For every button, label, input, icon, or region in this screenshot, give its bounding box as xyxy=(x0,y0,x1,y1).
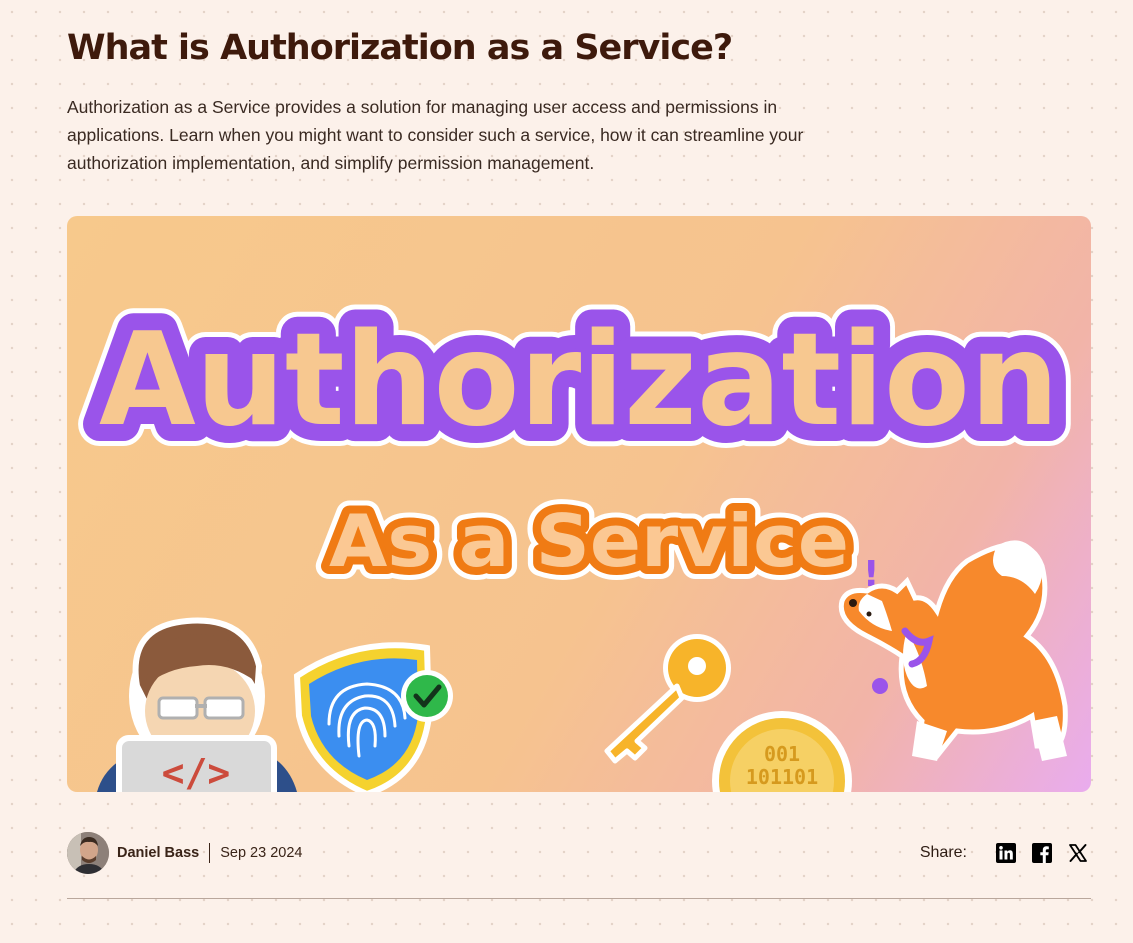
developer-illustration: </> xyxy=(97,617,297,792)
coin-text-top: 001 xyxy=(764,742,800,766)
code-symbol: </> xyxy=(162,751,231,792)
coin-text-bottom: 101101 xyxy=(746,765,818,789)
hero-headline: Authorization xyxy=(99,306,1059,455)
hero-subheadline: As a Service xyxy=(329,499,849,583)
section-divider xyxy=(67,898,1091,899)
share-label: Share: xyxy=(919,844,967,861)
author-name[interactable]: Daniel Bass xyxy=(117,845,199,861)
coin-icon: 001 101101 xyxy=(712,711,852,792)
facebook-icon[interactable] xyxy=(1031,842,1053,864)
article-description: Authorization as a Service provides a so… xyxy=(67,97,804,173)
fingerprint-shield-icon xyxy=(293,642,453,792)
share-bar: Share: xyxy=(920,838,1089,868)
hero-image: Authorization Authorization Authorizatio… xyxy=(67,216,1091,792)
linkedin-icon[interactable] xyxy=(995,842,1017,864)
dog-illustration: ! xyxy=(838,540,1068,761)
meta-separator xyxy=(209,843,211,863)
publish-date: Sep 23 2024 xyxy=(220,845,303,861)
article-title: What is Authorization as a Service? xyxy=(67,28,733,68)
x-icon[interactable] xyxy=(1067,842,1089,864)
author-avatar xyxy=(67,832,109,874)
article-meta: Daniel Bass Sep 23 2024 xyxy=(67,832,302,874)
key-icon xyxy=(604,634,731,764)
